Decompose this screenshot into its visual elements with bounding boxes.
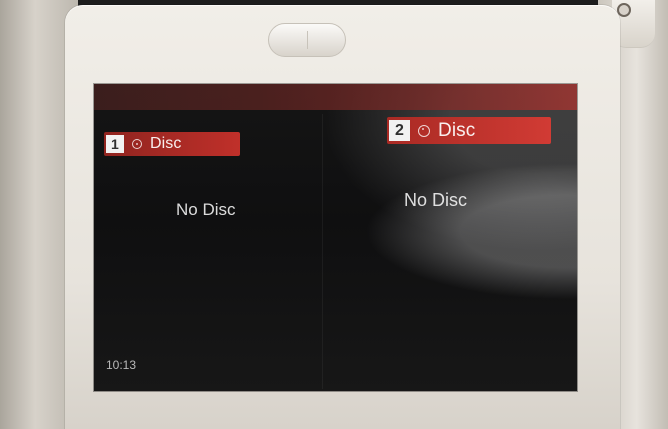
car-interior: 1 Disc No Disc 10:13 2 Disc No Disc	[0, 0, 668, 429]
disc-icon	[132, 139, 142, 149]
monitor-release-button[interactable]	[268, 23, 346, 57]
source-label-2: Disc	[438, 120, 476, 141]
left-source-pane[interactable]: 1 Disc No Disc 10:13	[94, 84, 322, 391]
right-source-pane[interactable]: 2 Disc No Disc	[322, 84, 577, 391]
source-number-2: 2	[389, 120, 410, 141]
display-screen: 1 Disc No Disc 10:13 2 Disc No Disc	[94, 84, 577, 391]
mount-ring	[617, 3, 631, 17]
right-disc-status: No Disc	[404, 190, 468, 210]
source-tab-2[interactable]: 2 Disc	[387, 117, 551, 144]
source-number-1: 1	[106, 135, 124, 153]
release-button-divider	[307, 31, 308, 49]
left-disc-status: No Disc	[176, 200, 236, 219]
screen-time: 10:13	[106, 358, 137, 372]
disc-icon	[418, 124, 430, 137]
overhead-monitor: 1 Disc No Disc 10:13 2 Disc No Disc	[65, 5, 620, 429]
source-label-1: Disc	[150, 135, 182, 152]
source-tab-1[interactable]: 1 Disc	[104, 132, 240, 156]
